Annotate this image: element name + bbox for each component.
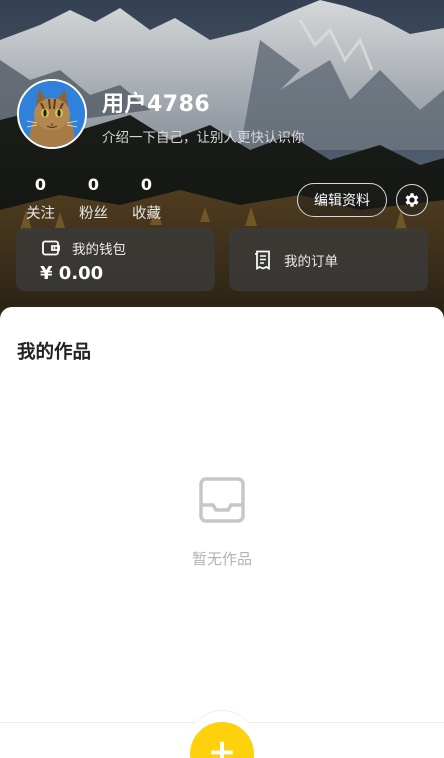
gear-icon	[405, 193, 419, 207]
wallet-title-row: 我的钱包	[42, 238, 126, 258]
bio-text[interactable]: 介绍一下自己，让别人更快认识你	[102, 126, 305, 146]
stat-following[interactable]: 0 关注	[14, 175, 67, 223]
inbox-icon	[199, 477, 245, 523]
following-label: 关注	[26, 206, 55, 222]
followers-count: 0	[87, 175, 100, 194]
orders-label: 我的订单	[284, 253, 338, 270]
receipt-icon	[255, 250, 270, 270]
wallet-title: 我的钱包	[72, 242, 126, 258]
profile-header: 用户4786 介绍一下自己，让别人更快认识你 0 关注 0 粉丝 0 收藏 编辑…	[0, 0, 444, 330]
favorites-count: 0	[140, 175, 153, 194]
stats-row: 0 关注 0 粉丝 0 收藏	[14, 175, 173, 223]
wallet-icon	[42, 240, 60, 256]
username: 用户4786	[102, 92, 211, 117]
empty-state-text: 暂无作品	[191, 550, 252, 568]
wallet-balance: ¥ 0.00	[40, 263, 104, 284]
cat-avatar-icon	[19, 81, 85, 147]
orders-card[interactable]: 我的订单	[229, 228, 428, 291]
favorites-label: 收藏	[132, 206, 161, 222]
following-count: 0	[34, 175, 47, 194]
settings-button[interactable]	[396, 184, 428, 216]
stat-followers[interactable]: 0 粉丝	[67, 175, 120, 223]
followers-label: 粉丝	[79, 206, 108, 222]
edit-profile-button[interactable]: 编辑资料	[297, 183, 387, 217]
works-title: 我的作品	[17, 342, 92, 363]
stat-favorites[interactable]: 0 收藏	[120, 175, 173, 223]
works-section: 我的作品 暂无作品	[0, 307, 444, 758]
wallet-card[interactable]: 我的钱包 ¥ 0.00	[16, 228, 215, 291]
avatar[interactable]	[17, 79, 87, 149]
